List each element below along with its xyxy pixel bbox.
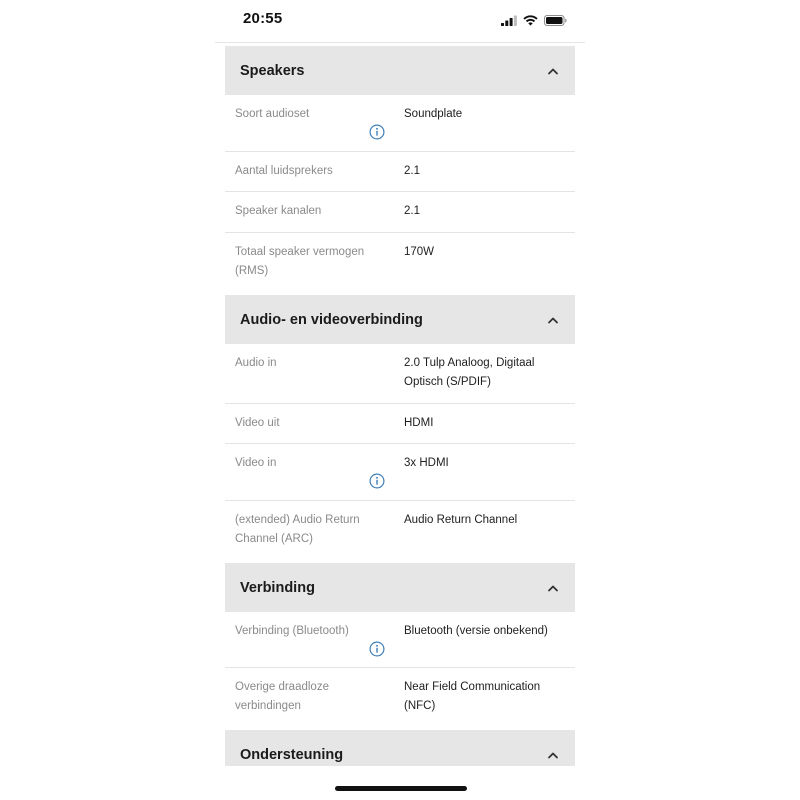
section-title: Ondersteuning bbox=[240, 746, 344, 763]
spec-label: Soort audioset bbox=[235, 108, 310, 120]
section-header-speakers[interactable]: Speakers bbox=[225, 46, 575, 95]
section-title: Verbinding bbox=[240, 579, 315, 596]
spec-row-overige-draadloze: Overige draadloze verbindingen Near Fiel… bbox=[225, 668, 575, 730]
section-title: Speakers bbox=[240, 62, 305, 79]
status-time: 20:55 bbox=[243, 10, 283, 27]
spec-label: Totaal speaker vermogen (RMS) bbox=[235, 246, 365, 277]
status-bar: 20:55 bbox=[215, 0, 585, 42]
chevron-up-icon bbox=[548, 585, 558, 591]
spec-value: Audio Return Channel bbox=[404, 514, 518, 526]
spec-row-soort-audioset: Soort audioset Soundplate bbox=[225, 95, 575, 152]
spec-value: HDMI bbox=[404, 417, 434, 429]
phone-screen: 20:55 Speakers Soort audioset Soundplate… bbox=[215, 0, 585, 800]
spec-label: Video uit bbox=[235, 417, 280, 429]
spec-value: 2.1 bbox=[404, 165, 420, 177]
spec-label: Aantal luidsprekers bbox=[235, 165, 333, 177]
spec-row-speaker-kanalen: Speaker kanalen 2.1 bbox=[225, 192, 575, 233]
status-icons bbox=[501, 13, 567, 27]
status-divider bbox=[215, 42, 585, 43]
spec-row-arc: (extended) Audio Return Channel (ARC) Au… bbox=[225, 501, 575, 563]
section-header-ondersteuning[interactable]: Ondersteuning bbox=[225, 730, 575, 766]
spec-row-bluetooth: Verbinding (Bluetooth) Bluetooth (versie… bbox=[225, 612, 575, 668]
spec-row-aantal-luidsprekers: Aantal luidsprekers 2.1 bbox=[225, 152, 575, 192]
spec-value: Bluetooth (versie onbekend) bbox=[404, 625, 548, 637]
spec-value: 2.0 Tulp Analoog, Digitaal Optisch (S/PD… bbox=[404, 357, 535, 388]
spec-row-video-uit: Video uit HDMI bbox=[225, 404, 575, 444]
spec-row-audio-in: Audio in 2.0 Tulp Analoog, Digitaal Opti… bbox=[225, 344, 575, 404]
spec-label: Audio in bbox=[235, 357, 277, 369]
spec-label: Overige draadloze verbindingen bbox=[235, 681, 329, 712]
info-icon[interactable] bbox=[369, 473, 385, 489]
info-icon[interactable] bbox=[369, 641, 385, 657]
spec-value: 2.1 bbox=[404, 205, 420, 217]
chevron-up-icon bbox=[548, 752, 558, 758]
signal-icon bbox=[501, 15, 517, 26]
section-title: Audio- en videoverbinding bbox=[240, 311, 423, 328]
section-header-verbinding[interactable]: Verbinding bbox=[225, 563, 575, 612]
home-indicator[interactable] bbox=[335, 786, 467, 791]
battery-icon bbox=[544, 14, 567, 26]
spec-label: Speaker kanalen bbox=[235, 205, 322, 217]
section-header-audio-video[interactable]: Audio- en videoverbinding bbox=[225, 295, 575, 344]
spec-label: (extended) Audio Return Channel (ARC) bbox=[235, 514, 360, 545]
spec-row-totaal-vermogen: Totaal speaker vermogen (RMS) 170W bbox=[225, 233, 575, 295]
spec-value: 3x HDMI bbox=[404, 457, 449, 469]
spec-label: Video in bbox=[235, 457, 277, 469]
spec-value: Soundplate bbox=[404, 108, 463, 120]
spec-value: 170W bbox=[404, 246, 435, 258]
info-icon[interactable] bbox=[369, 124, 385, 140]
chevron-up-icon bbox=[548, 68, 558, 74]
chevron-up-icon bbox=[548, 317, 558, 323]
specs-list: Speakers Soort audioset Soundplate Aanta… bbox=[225, 46, 575, 766]
spec-value: Near Field Communication (NFC) bbox=[404, 681, 541, 712]
wifi-icon bbox=[523, 14, 538, 26]
spec-row-video-in: Video in 3x HDMI bbox=[225, 444, 575, 501]
spec-label: Verbinding (Bluetooth) bbox=[235, 625, 349, 637]
